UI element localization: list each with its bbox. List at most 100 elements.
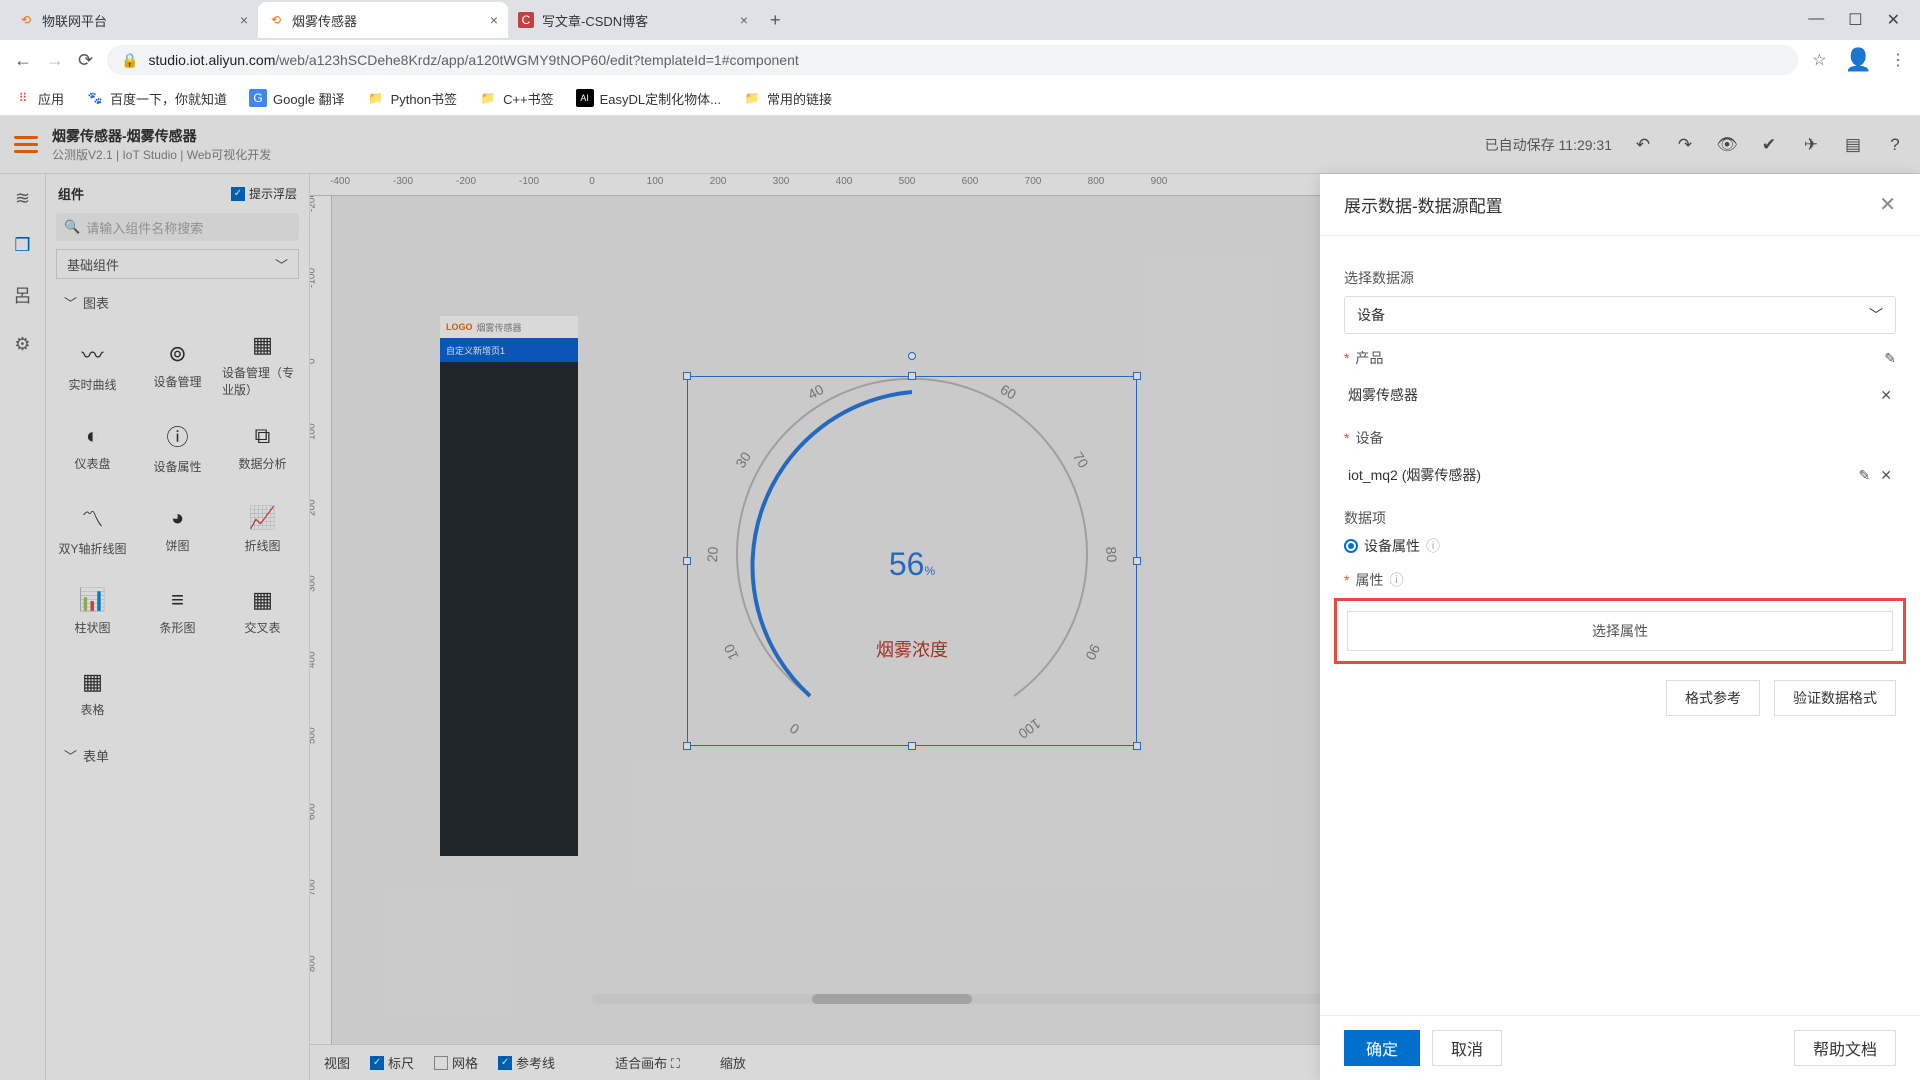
tooltip-layer-toggle[interactable]: ✓ 提示浮层 [231, 185, 297, 202]
close-icon[interactable]: × [490, 12, 498, 28]
redo-icon[interactable]: ↷ [1674, 134, 1696, 156]
new-tab-button[interactable]: + [758, 10, 793, 31]
cube-icon[interactable]: ❒ [14, 235, 30, 256]
device-property-radio[interactable]: 设备属性 ⓘ [1344, 536, 1896, 556]
component-label: 条形图 [159, 619, 195, 636]
clear-icon[interactable]: ✕ [1880, 387, 1892, 404]
resize-handle[interactable] [1133, 372, 1141, 380]
star-icon[interactable]: ☆ [1812, 50, 1826, 70]
component-icon: ◐ [86, 423, 99, 449]
cancel-button[interactable]: 取消 [1432, 1030, 1502, 1066]
tab-favicon-icon: ⟲ [268, 12, 284, 28]
close-icon[interactable]: × [740, 12, 748, 28]
minimize-icon[interactable]: — [1808, 10, 1824, 30]
scroll-thumb[interactable] [812, 994, 972, 1004]
search-icon: 🔍 [64, 219, 80, 235]
profile-icon[interactable]: 👤 [1845, 47, 1872, 73]
guide-toggle[interactable]: ✓参考线 [498, 1053, 555, 1072]
layers-icon[interactable]: ≋ [15, 188, 30, 209]
reload-icon[interactable]: ⟳ [78, 50, 93, 71]
product-value[interactable]: 烟雾传感器 ✕ [1344, 376, 1896, 414]
gauge-value: 56% [687, 546, 1137, 583]
component-item[interactable]: 📈折线图 [222, 490, 303, 568]
help-icon[interactable]: ? [1884, 134, 1906, 156]
grid-toggle[interactable]: 网格 [434, 1053, 478, 1072]
bookmark-item[interactable]: 📁C++书签 [479, 89, 554, 108]
select-property-button[interactable]: 选择属性 [1347, 611, 1893, 651]
component-item[interactable]: ⧉数据分析 [222, 408, 303, 486]
app-container: 烟雾传感器-烟雾传感器 公测版V2.1 | IoT Studio | Web可视… [0, 116, 1920, 1080]
clear-icon[interactable]: ✕ [1880, 467, 1892, 484]
edit-icon[interactable]: ✎ [1859, 467, 1871, 484]
bookmark-item[interactable]: 📁Python书签 [367, 89, 457, 108]
resize-handle[interactable] [908, 372, 916, 380]
fit-canvas-button[interactable]: 适合画布 ⛶ [615, 1053, 680, 1072]
publish-icon[interactable]: ✈ [1800, 134, 1822, 156]
verify-format-button[interactable]: 验证数据格式 [1774, 680, 1896, 716]
confirm-button[interactable]: 确定 [1344, 1030, 1420, 1066]
ruler-toggle[interactable]: ✓标尺 [370, 1053, 414, 1072]
edit-icon[interactable]: ✎ [1884, 350, 1896, 367]
format-reference-button[interactable]: 格式参考 [1666, 680, 1760, 716]
component-label: 表格 [80, 701, 104, 718]
help-icon[interactable]: ⓘ [1426, 536, 1440, 556]
component-type-select[interactable]: 基础组件 ﹀ [56, 249, 299, 279]
hamburger-icon[interactable] [14, 133, 38, 157]
component-item[interactable]: ▦设备管理（专业版） [222, 326, 303, 404]
rotate-handle[interactable] [908, 352, 916, 360]
component-category[interactable]: ﹀ 图表 [46, 285, 309, 320]
resize-handle[interactable] [683, 372, 691, 380]
component-item[interactable]: ⊚设备管理 [137, 326, 218, 404]
lock-icon: 🔒 [121, 52, 138, 69]
browser-tab[interactable]: ⟲ 物联网平台 × [8, 2, 258, 38]
help-icon[interactable]: ⓘ [1389, 570, 1403, 590]
url-input[interactable]: 🔒 studio.iot.aliyun.com/web/a123hSCDehe8… [107, 45, 1798, 75]
device-value[interactable]: iot_mq2 (烟雾传感器) ✎✕ [1344, 456, 1896, 494]
component-item[interactable]: ▦交叉表 [222, 572, 303, 650]
close-window-icon[interactable]: ✕ [1887, 10, 1900, 30]
help-docs-button[interactable]: 帮助文档 [1794, 1030, 1896, 1066]
resize-handle[interactable] [1133, 742, 1141, 750]
resize-handle[interactable] [908, 742, 916, 750]
gauge-widget[interactable]: 0102030405060708090100 56% 烟雾浓度 [687, 376, 1137, 746]
structure-icon[interactable]: 呂 [14, 282, 32, 308]
close-icon[interactable]: × [240, 12, 248, 28]
resize-handle[interactable] [683, 742, 691, 750]
menu-icon[interactable]: ⋮ [1890, 50, 1906, 70]
component-item[interactable]: 〰实时曲线 [52, 326, 133, 404]
maximize-icon[interactable]: ☐ [1848, 10, 1862, 30]
chevron-down-icon: ﹀ [64, 293, 77, 312]
app-subtitle: 公测版V2.1 | IoT Studio | Web可视化开发 [52, 146, 271, 163]
forward-icon[interactable]: → [46, 50, 64, 71]
component-label: 设备管理 [153, 373, 201, 390]
back-icon[interactable]: ← [14, 50, 32, 71]
folder-icon: 📁 [743, 89, 761, 107]
component-item[interactable]: ⓘ设备属性 [137, 408, 218, 486]
component-item[interactable]: ◕饼图 [137, 490, 218, 568]
component-item[interactable]: ≡条形图 [137, 572, 218, 650]
bookmark-item[interactable]: 🐾百度一下，你就知道 [86, 89, 227, 108]
bookmark-item[interactable]: GGoogle 翻译 [249, 89, 345, 108]
component-icon: ▦ [82, 669, 103, 695]
browser-tab[interactable]: ⟲ 烟雾传感器 × [258, 2, 508, 38]
component-item[interactable]: 📊柱状图 [52, 572, 133, 650]
component-item[interactable]: ◐仪表盘 [52, 408, 133, 486]
apps-button[interactable]: ⠿应用 [14, 89, 64, 108]
bookmark-item[interactable]: AIEasyDL定制化物体... [576, 89, 721, 108]
preview-icon[interactable]: 👁 [1716, 134, 1738, 156]
component-icon: 📊 [79, 587, 106, 613]
source-select[interactable]: 设备 ﹀ [1344, 296, 1896, 334]
undo-icon[interactable]: ↶ [1632, 134, 1654, 156]
list-icon[interactable]: ▤ [1842, 134, 1864, 156]
page-preview[interactable]: LOGO 烟雾传感器 自定义新增页1 [440, 316, 578, 856]
browser-tab[interactable]: C 写文章-CSDN博客 × [508, 2, 758, 38]
component-item[interactable]: 〽双Y轴折线图 [52, 490, 133, 568]
check-circle-icon[interactable]: ✔ [1758, 134, 1780, 156]
close-icon[interactable]: ✕ [1879, 192, 1896, 217]
gear-icon[interactable]: ⚙ [14, 334, 30, 355]
component-item[interactable]: ▦ 表格 [52, 654, 133, 732]
component-search[interactable]: 🔍 请输入组件名称搜索 [56, 213, 299, 241]
component-category[interactable]: ﹀ 表单 [46, 738, 309, 773]
url-host: studio.iot.aliyun.com [149, 52, 276, 68]
bookmark-item[interactable]: 📁常用的链接 [743, 89, 832, 108]
